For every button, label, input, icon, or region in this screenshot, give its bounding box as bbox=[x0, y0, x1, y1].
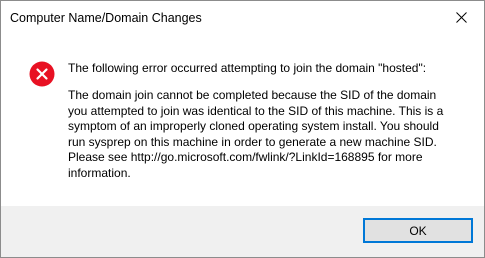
error-message-line: you attempted to join was identical to t… bbox=[68, 103, 444, 118]
error-message-line: information. bbox=[68, 165, 131, 180]
error-message-line: Please see http://go.microsoft.com/fwlin… bbox=[68, 150, 423, 164]
error-message-line: The domain join cannot be completed beca… bbox=[68, 88, 437, 102]
error-message-line: run sysprep on this machine in order to … bbox=[68, 134, 437, 149]
close-button[interactable] bbox=[438, 1, 484, 34]
title-bar[interactable]: Computer Name/Domain Changes bbox=[1, 1, 484, 34]
ok-button[interactable]: OK bbox=[363, 218, 473, 243]
error-message: The domain join cannot be completed beca… bbox=[68, 88, 468, 181]
close-icon bbox=[455, 12, 467, 23]
window-title: Computer Name/Domain Changes bbox=[10, 11, 202, 25]
error-heading: The following error occurred attempting … bbox=[68, 61, 427, 75]
error-icon bbox=[29, 61, 55, 87]
button-bar: OK bbox=[1, 206, 484, 257]
dialog-content: The following error occurred attempting … bbox=[1, 34, 484, 206]
error-message-line: symptom of an improperly cloned operatin… bbox=[68, 119, 439, 133]
dialog-window: Computer Name/Domain Changes The followi… bbox=[0, 0, 485, 258]
